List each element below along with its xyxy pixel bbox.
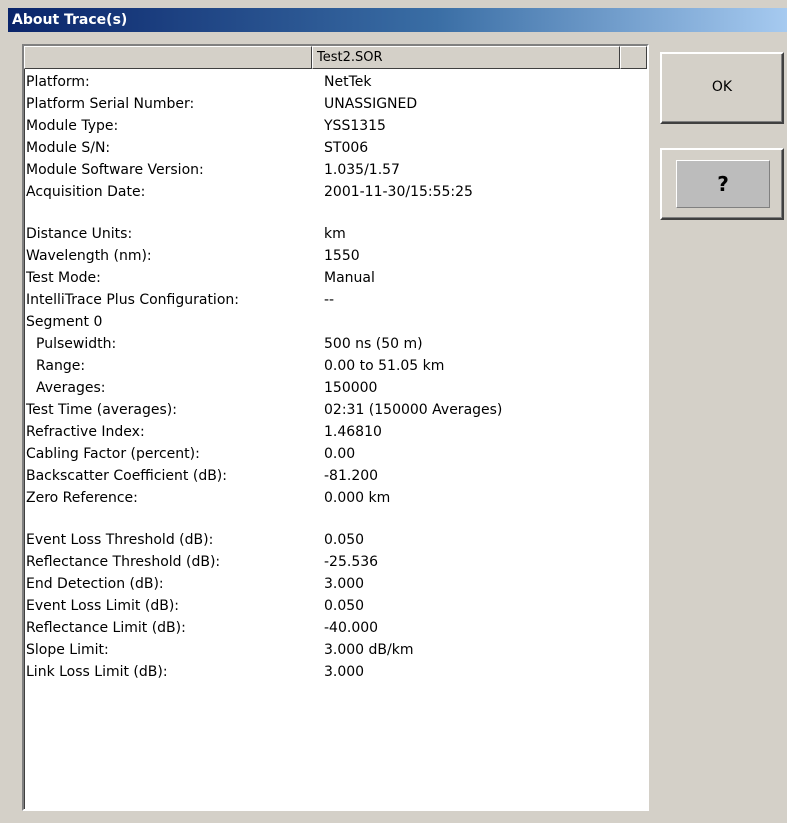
table-row: Range: 0.00 to 51.05 km	[24, 355, 647, 377]
row-value: 1550	[324, 248, 360, 264]
list-rows: Platform: NetTek Platform Serial Number: U…	[24, 71, 647, 683]
row-value: 2001-11-30/15:55:25	[324, 184, 473, 200]
row-value: -81.200	[324, 468, 379, 484]
column-header-trace-file[interactable]: Test2.SOR	[312, 46, 620, 69]
table-row	[24, 509, 647, 529]
row-value: 1.035/1.57	[324, 162, 400, 178]
row-value: 150000	[324, 380, 378, 396]
row-label: End Detection (dB):	[26, 576, 164, 592]
row-label: Module S/N:	[26, 140, 111, 156]
row-label: Backscatter Coefficient (dB):	[26, 468, 227, 484]
row-label: Module Software Version:	[26, 162, 204, 178]
table-row: Module S/N: ST006	[24, 137, 647, 159]
table-row: Test Time (averages): 02:31 (150000 Avera…	[24, 399, 647, 421]
column-header-empty[interactable]	[620, 46, 647, 69]
row-label: Refractive Index:	[26, 424, 145, 440]
row-label: Reflectance Limit (dB):	[26, 620, 186, 636]
table-row: Slope Limit: 3.000 dB/km	[24, 639, 647, 661]
table-row: Distance Units: km	[24, 223, 647, 245]
row-value: 500 ns (50 m)	[324, 336, 423, 352]
row-label: Module Type:	[26, 118, 119, 134]
table-row: End Detection (dB): 3.000	[24, 573, 647, 595]
row-value: NetTek	[324, 74, 372, 90]
row-label: Averages:	[36, 380, 106, 396]
table-row: Segment 0	[24, 311, 647, 333]
table-row: Refractive Index: 1.46810	[24, 421, 647, 443]
row-value: 02:31 (150000 Averages)	[324, 402, 503, 418]
row-label: Platform Serial Number:	[26, 96, 195, 112]
table-row: Module Software Version: 1.035/1.57	[24, 159, 647, 181]
row-label: Cabling Factor (percent):	[26, 446, 200, 462]
table-row: Backscatter Coefficient (dB): -81.200	[24, 465, 647, 487]
table-row: Event Loss Limit (dB): 0.050	[24, 595, 647, 617]
row-value: 0.000 km	[324, 490, 391, 506]
row-label: Event Loss Limit (dB):	[26, 598, 180, 614]
row-label: Wavelength (nm):	[26, 248, 152, 264]
row-value: --	[324, 292, 335, 308]
row-value: -40.000	[324, 620, 379, 636]
row-label: Pulsewidth:	[36, 336, 117, 352]
row-label: Slope Limit:	[26, 642, 109, 658]
table-row: Pulsewidth: 500 ns (50 m)	[24, 333, 647, 355]
row-value: km	[324, 226, 346, 242]
row-value: 3.000	[324, 664, 365, 680]
row-value: -25.536	[324, 554, 379, 570]
table-row: Event Loss Threshold (dB): 0.050	[24, 529, 647, 551]
row-label: Reflectance Threshold (dB):	[26, 554, 221, 570]
table-row: Zero Reference: 0.000 km	[24, 487, 647, 509]
row-label: Acquisition Date:	[26, 184, 146, 200]
row-value: 0.00	[324, 446, 356, 462]
row-label: Link Loss Limit (dB):	[26, 664, 168, 680]
row-label: Test Time (averages):	[26, 402, 177, 418]
row-value: 0.050	[324, 598, 365, 614]
table-row	[24, 203, 647, 223]
table-row: Reflectance Limit (dB): -40.000	[24, 617, 647, 639]
ok-button[interactable]: OK	[660, 52, 784, 124]
row-label: Zero Reference:	[26, 490, 138, 506]
row-label: Event Loss Threshold (dB):	[26, 532, 214, 548]
row-value: 0.050	[324, 532, 365, 548]
help-button[interactable]: ?	[660, 148, 784, 220]
row-value: 3.000 dB/km	[324, 642, 414, 658]
row-label: Segment 0	[26, 314, 103, 330]
list-header: Test2.SOR	[24, 46, 647, 69]
row-value: Manual	[324, 270, 375, 286]
table-row: IntelliTrace Plus Configuration: --	[24, 289, 647, 311]
table-row: Platform Serial Number: UNASSIGNED	[24, 93, 647, 115]
trace-info-list[interactable]: Test2.SOR Platform: NetTek Platform Seria…	[22, 44, 649, 811]
row-value: 1.46810	[324, 424, 382, 440]
row-label: Platform:	[26, 74, 90, 90]
row-value: YSS1315	[324, 118, 386, 134]
row-value: 3.000	[324, 576, 365, 592]
table-row: Test Mode: Manual	[24, 267, 647, 289]
table-row: Link Loss Limit (dB): 3.000	[24, 661, 647, 683]
table-row: Acquisition Date: 2001-11-30/15:55:25	[24, 181, 647, 203]
table-row: Platform: NetTek	[24, 71, 647, 93]
row-label: Range:	[36, 358, 86, 374]
table-row: Cabling Factor (percent): 0.00	[24, 443, 647, 465]
window-title: About Trace(s)	[12, 12, 128, 28]
table-row: Module Type: YSS1315	[24, 115, 647, 137]
table-row: Wavelength (nm): 1550	[24, 245, 647, 267]
row-label: IntelliTrace Plus Configuration:	[26, 292, 239, 308]
row-label: Test Mode:	[26, 270, 101, 286]
row-value: ST006	[324, 140, 369, 156]
row-value: 0.00 to 51.05 km	[324, 358, 445, 374]
table-row: Reflectance Threshold (dB): -25.536	[24, 551, 647, 573]
help-button-label: ?	[676, 160, 770, 208]
title-bar: About Trace(s)	[8, 8, 787, 32]
row-label: Distance Units:	[26, 226, 133, 242]
table-row: Averages: 150000	[24, 377, 647, 399]
row-value: UNASSIGNED	[324, 96, 418, 112]
column-header-label[interactable]	[24, 46, 312, 69]
